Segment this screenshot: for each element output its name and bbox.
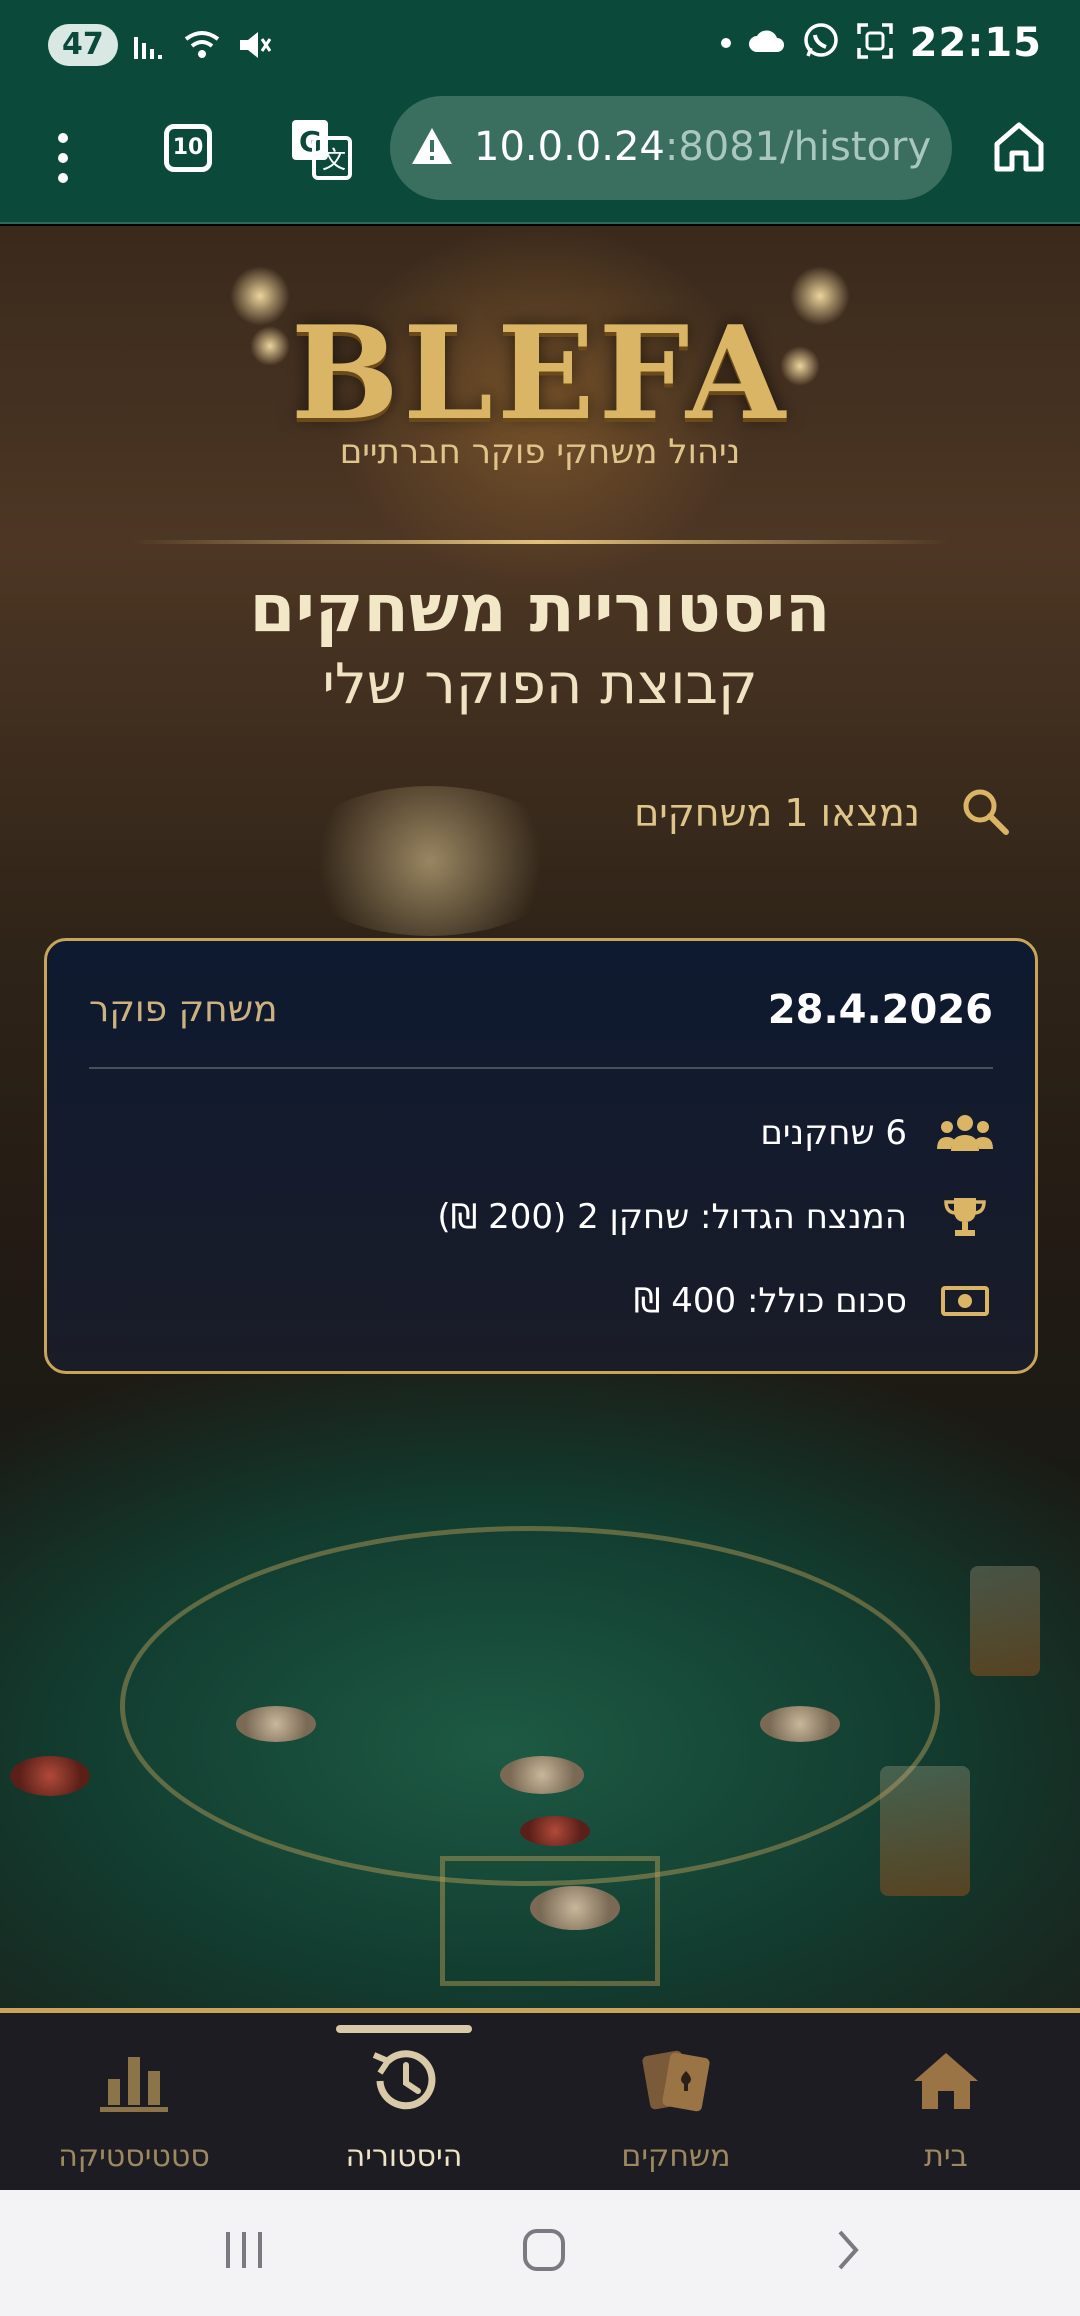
tab-switcher-button[interactable]: 10 [164,124,212,172]
notification-dot-icon [720,34,732,53]
translate-icon[interactable]: G文 [290,118,352,180]
battery-indicator: 47 [48,24,118,66]
nav-history[interactable]: היסטוריה [294,2033,514,2174]
poker-chip [10,1756,90,1796]
whiskey-glass [880,1766,970,1896]
svg-text:G: G [299,125,322,158]
total-amount: סכום כולל: 400 ₪ [633,1281,907,1321]
active-tab-indicator [336,2025,472,2033]
players-count: 6 שחקנים [760,1113,907,1153]
whatsapp-icon [802,22,840,64]
brand-tagline: ניהול משחקי פוקר חברתיים [339,432,741,472]
group-name: קבוצת הפוקר שלי [322,652,758,717]
nav-label: היסטוריה [345,2139,463,2174]
whiskey-glass [970,1566,1040,1676]
browser-toolbar: 10 G文 10.0.0.24:8081/history [0,92,1080,224]
divider [130,540,950,544]
nav-label: סטטיסטיקה [58,2139,210,2174]
results-count-row: נמצאו 1 משחקים [634,786,1010,840]
home-button-icon[interactable] [520,2226,568,2278]
history-icon [294,2033,514,2129]
recent-apps-icon[interactable] [220,2226,268,2278]
game-type: משחק פוקר [89,989,278,1030]
chandelier-glow [290,786,570,936]
bar-chart-icon [24,2033,244,2129]
total-row: סכום כולל: 400 ₪ [634,1279,993,1323]
poker-chip [760,1706,840,1742]
poker-chip [530,1886,620,1930]
nav-statistics[interactable]: סטטיסטיקה [24,2033,244,2174]
wifi-icon [182,29,222,61]
mute-icon [236,28,272,62]
game-card[interactable]: 28.4.2026 משחק פוקר 6 שחקנים המנצח הגדול… [44,938,1038,1374]
nav-home[interactable]: בית [836,2033,1056,2174]
divider [89,1067,993,1069]
bottom-navigation: סטטיסטיקה היסטוריה משחקים בית [0,2008,1080,2190]
back-button-icon[interactable] [824,2226,872,2278]
winner-row: המנצח הגדול: שחקן 2 (200 ₪) [437,1195,993,1239]
poker-chip [500,1756,584,1794]
address-bar[interactable]: 10.0.0.24:8081/history [390,96,952,200]
system-navigation-bar [0,2190,1080,2316]
trophy-icon [937,1195,993,1239]
nav-games[interactable]: משחקים [566,2033,786,2174]
screenshot-icon [856,22,894,64]
cards-icon [566,2033,786,2129]
nav-label: בית [924,2139,968,2174]
more-menu-icon[interactable] [48,128,78,188]
url-text: 10.0.0.24:8081/history [474,124,932,170]
search-icon[interactable] [960,786,1010,840]
not-secure-warning-icon[interactable] [410,126,454,170]
status-bar: 47 22:15 [0,0,1080,92]
page-title: היסטוריית משחקים [249,570,831,647]
winner-text: המנצח הגדול: שחקן 2 (200 ₪) [437,1197,907,1237]
cloud-icon [748,28,786,58]
poker-chip [520,1816,590,1846]
svg-text:文: 文 [322,146,346,174]
main-content: BLEFA ניהול משחקי פוקר חברתיים היסטוריית… [0,226,1080,2012]
game-date: 28.4.2026 [767,987,993,1033]
home-icon[interactable] [992,120,1046,174]
users-icon [937,1111,993,1155]
players-row: 6 שחקנים [760,1111,993,1155]
signal-icon [132,29,168,61]
brand-logo: BLEFA [290,299,790,449]
results-count: נמצאו 1 משחקים [634,791,920,835]
poker-chip [236,1706,316,1742]
nav-label: משחקים [621,2139,731,2174]
home-icon [836,2033,1056,2129]
money-icon [937,1279,993,1323]
clock: 22:15 [909,20,1042,66]
